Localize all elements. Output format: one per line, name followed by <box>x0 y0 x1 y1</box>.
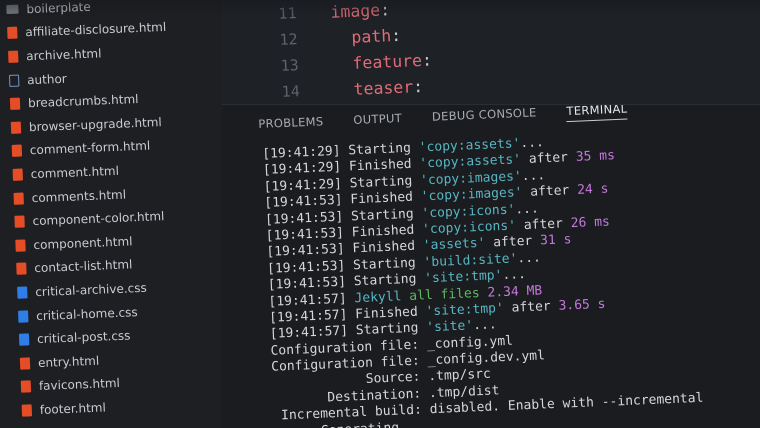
html-file-icon <box>16 262 27 276</box>
file-label: entry.html <box>37 353 100 370</box>
panel-tabs: PROBLEMS OUTPUT DEBUG CONSOLE TERMINAL <box>258 105 658 135</box>
file-item[interactable]: footer.html <box>21 393 181 423</box>
line-number: 12 <box>279 30 298 49</box>
file-label: comment-form.html <box>29 138 151 158</box>
html-file-icon <box>14 215 25 228</box>
yaml-key: teaser: <box>333 76 424 100</box>
file-label: breadcrumbs.html <box>27 92 139 111</box>
file-label: critical-post.css <box>36 328 131 347</box>
yaml-key: path: <box>331 25 402 48</box>
html-file-icon <box>19 357 31 370</box>
tab-problems[interactable]: PROBLEMS <box>258 114 324 135</box>
file-label: archive.html <box>25 46 102 64</box>
folder-file-icon <box>6 4 19 15</box>
line-number: 11 <box>278 4 297 23</box>
bottom-panel: PROBLEMS OUTPUT DEBUG CONSOLE TERMINAL [19:… <box>222 104 760 428</box>
file-explorer: boilerplate affiliate-disclosure.html arch… <box>0 0 222 428</box>
file-label: author <box>26 71 67 87</box>
css-file-icon <box>18 333 30 346</box>
html-file-icon <box>7 26 18 40</box>
html-file-icon <box>21 404 33 417</box>
editor-lines: 11 image: 12 path: 13 feature: 14 teaser: <box>252 0 434 104</box>
file-label: component.html <box>33 234 133 252</box>
file-label: favicons.html <box>38 376 121 394</box>
yaml-key: image: <box>330 0 391 22</box>
html-file-icon <box>11 144 23 158</box>
html-file-icon <box>20 380 32 394</box>
html-file-icon <box>9 97 21 111</box>
tab-terminal[interactable]: TERMINAL <box>566 105 628 123</box>
line-number: 13 <box>280 56 300 75</box>
file-label: affiliate-disclosure.html <box>25 20 167 40</box>
html-file-icon <box>13 192 24 205</box>
file-list: boilerplate affiliate-disclosure.html arch… <box>6 0 181 422</box>
code-editor[interactable]: 11 image: 12 path: 13 feature: 14 teaser: <box>222 0 760 104</box>
file-label: boilerplate <box>26 0 92 17</box>
file-label: browser-upgrade.html <box>28 114 162 134</box>
file-label: comment.html <box>30 163 120 182</box>
html-file-icon <box>10 121 22 134</box>
vscode-window: boilerplate affiliate-disclosure.html arch… <box>0 0 760 428</box>
terminal-output[interactable]: [19:41:29] Starting 'copy:assets'... [19:… <box>262 129 704 428</box>
file-label: component-color.html <box>32 209 165 229</box>
line-number: 14 <box>281 82 301 101</box>
tab-debug-console[interactable]: DEBUG CONSOLE <box>432 105 537 127</box>
tab-output[interactable]: OUTPUT <box>353 111 402 131</box>
file-label: footer.html <box>39 400 107 417</box>
css-file-icon <box>17 309 29 323</box>
css-file-icon <box>17 286 28 299</box>
file-label: comments.html <box>31 187 127 205</box>
html-file-icon <box>8 50 19 63</box>
html-file-icon <box>12 168 24 181</box>
yaml-key: feature: <box>332 50 433 74</box>
html-file-icon <box>15 239 26 252</box>
file-label: critical-archive.css <box>35 280 147 300</box>
file-label: critical-home.css <box>35 304 138 323</box>
file-label: contact-list.html <box>34 257 133 276</box>
file-file-icon <box>8 74 20 87</box>
